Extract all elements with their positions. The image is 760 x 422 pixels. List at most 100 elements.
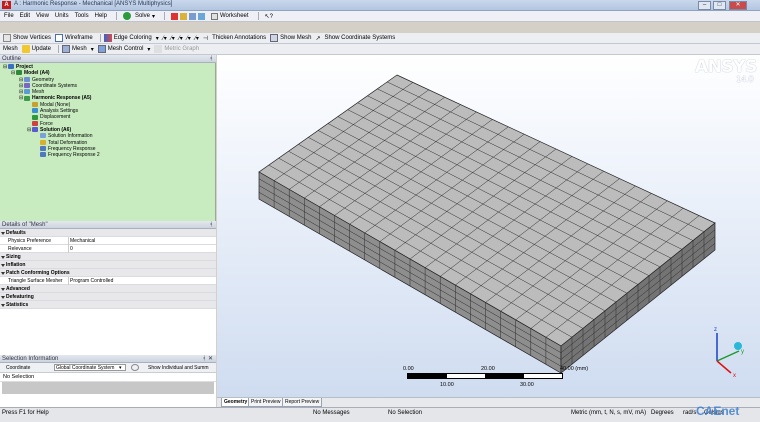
minimize-button[interactable]: –: [698, 1, 711, 10]
wireframe-button[interactable]: Wireframe: [65, 35, 93, 41]
status-messages[interactable]: No Messages: [313, 410, 350, 416]
selection-toolbar: Coordinate Global Coordinate System ▾ Sh…: [0, 363, 216, 373]
edge-tool-5-icon[interactable]: ⁄▾: [195, 35, 199, 42]
details-group-header[interactable]: Sizing: [0, 253, 216, 261]
tree-node-icon: [24, 76, 30, 82]
coordinate-system-select[interactable]: Global Coordinate System: [54, 364, 126, 371]
tree-item-label: Solution (A6): [40, 126, 72, 133]
tree-node-icon: [40, 152, 46, 158]
outline-header: Outline ᚼ: [0, 55, 216, 63]
details-value[interactable]: Mechanical: [68, 237, 95, 245]
selection-title: Selection Information: [2, 356, 59, 362]
status-angle: Degrees: [651, 410, 674, 416]
context-toolbar: Mesh Update Mesh ▾ Mesh Control ▾ Metric…: [0, 44, 760, 55]
details-key: Physics Preference: [8, 238, 52, 244]
show-mesh-button[interactable]: Show Mesh: [280, 35, 311, 41]
tab-report-preview[interactable]: Report Preview: [282, 398, 323, 407]
details-value[interactable]: Program Controlled: [68, 277, 113, 285]
details-key: Triangle Surface Mesher: [8, 278, 63, 284]
selection-pin-icon[interactable]: ᚼ: [202, 355, 206, 363]
edge-tool-2-icon[interactable]: ⁄▾: [171, 35, 175, 42]
scale-label-20: 20.00: [481, 366, 495, 372]
menu-help[interactable]: Help: [95, 13, 107, 19]
details-row[interactable]: Physics Preference Mechanical: [0, 237, 216, 245]
new-analysis-icon[interactable]: [179, 12, 187, 20]
tab-geometry[interactable]: Geometry: [221, 398, 251, 407]
tree-node-icon: [24, 95, 30, 101]
details-row[interactable]: Relevance 0: [0, 245, 216, 253]
mesh-menu-button[interactable]: Mesh: [72, 46, 87, 52]
csys-icon[interactable]: ↗: [315, 35, 320, 42]
tree-node-icon: [24, 83, 30, 89]
details-pin-icon[interactable]: ᚼ: [209, 221, 213, 229]
show-coordinate-systems-button[interactable]: Show Coordinate Systems: [325, 35, 396, 41]
details-group-header[interactable]: Patch Conforming Options: [0, 269, 216, 277]
details-group-header[interactable]: Inflation: [0, 261, 216, 269]
edge-coloring-dropdown[interactable]: Edge Coloring: [114, 35, 152, 41]
edge-tool-4-icon[interactable]: ⁄▾: [187, 35, 191, 42]
thicken-icon[interactable]: ⊣: [203, 35, 208, 42]
menu-tools[interactable]: Tools: [75, 13, 89, 19]
edge-coloring-chevron-icon[interactable]: ▾: [156, 35, 159, 42]
tree-item-label: Coordinate Systems: [32, 82, 78, 89]
capture-icon[interactable]: [197, 12, 205, 20]
details-group-header[interactable]: Advanced: [0, 285, 216, 293]
metric-graph-button: Metric Graph: [164, 46, 200, 52]
mesh-menu-chevron-icon[interactable]: ▾: [91, 46, 94, 53]
details-value[interactable]: 0: [68, 245, 73, 253]
menu-view[interactable]: View: [36, 13, 49, 19]
selection-close-icon[interactable]: ✕: [208, 355, 213, 363]
solve-icon[interactable]: [122, 12, 131, 20]
details-group-header[interactable]: Statistics: [0, 301, 216, 309]
selection-information-panel: Selection Information ᚼ ✕ Coordinate Glo…: [0, 355, 216, 407]
details-group-header[interactable]: Defaults: [0, 229, 216, 237]
status-units[interactable]: Metric (mm, t, N, s, mV, mA): [571, 410, 646, 416]
title-bar: A A : Harmonic Response - Mechanical [AN…: [0, 0, 760, 11]
tree-item-label: Geometry: [32, 76, 54, 83]
selection-row: No Selection: [0, 373, 216, 382]
tab-print-preview[interactable]: Print Preview: [248, 398, 284, 407]
details-title: Details of "Mesh": [2, 222, 48, 228]
worksheet-icon[interactable]: [210, 12, 218, 20]
coordinate-system-chevron-icon[interactable]: ▾: [119, 363, 122, 373]
mesh-control-icon[interactable]: [97, 45, 106, 53]
coordinate-label: Coordinate: [6, 365, 31, 371]
update-icon[interactable]: [21, 45, 30, 53]
mesh-control-button[interactable]: Mesh Control: [108, 46, 144, 52]
tree-item-label: Mesh: [32, 89, 45, 96]
show-mesh-icon[interactable]: [270, 34, 279, 42]
edge-tool-3-icon[interactable]: ⁄▾: [179, 35, 183, 42]
selection-scrollbar[interactable]: [2, 382, 214, 394]
edge-coloring-icon[interactable]: [103, 34, 112, 42]
mesh-menu-icon[interactable]: [62, 45, 71, 53]
edge-tool-1-icon[interactable]: ⁄▾: [163, 35, 167, 42]
tree-item[interactable]: Frequency Response 2: [0, 152, 215, 158]
vertices-icon[interactable]: [3, 34, 11, 42]
maximize-button[interactable]: □: [713, 1, 726, 10]
thicken-annotations-button[interactable]: Thicken Annotations: [212, 35, 266, 41]
close-button[interactable]: ✕: [729, 1, 747, 10]
stop-icon[interactable]: [170, 12, 178, 20]
mesh-model-svg[interactable]: [217, 55, 760, 397]
coordinate-triad-icon[interactable]: z y x: [703, 323, 753, 379]
menu-units[interactable]: Units: [55, 13, 69, 19]
outline-tree: ⊟ Project ⊟ Model (A4) ⊟ Geometry ⊟ Coordinate …: [0, 63, 216, 221]
graphics-viewport[interactable]: ANSYS 14.0 0.00 20.00 40.00 (mm) 10.00 3…: [217, 55, 760, 397]
menu-file[interactable]: File: [4, 13, 14, 19]
worksheet-button[interactable]: Worksheet: [220, 13, 249, 19]
update-button[interactable]: Update: [32, 46, 51, 52]
show-vertices-button[interactable]: Show Vertices: [13, 35, 51, 41]
help-pointer-icon[interactable]: ↖?: [265, 13, 273, 20]
solve-dropdown-icon[interactable]: ▾: [152, 13, 155, 20]
details-row[interactable]: Triangle Surface Mesher Program Controlle…: [0, 277, 216, 285]
refresh-icon[interactable]: [131, 364, 139, 371]
solve-button[interactable]: Solve: [135, 13, 150, 19]
pin-icon[interactable]: ᚼ: [209, 55, 213, 63]
mesh-control-chevron-icon[interactable]: ▾: [147, 46, 150, 53]
status-bar: Press F1 for Help No Messages No Selecti…: [0, 404, 760, 422]
image-icon[interactable]: [188, 12, 196, 20]
menu-edit[interactable]: Edit: [20, 13, 30, 19]
details-group-header[interactable]: Defeaturing: [0, 293, 216, 301]
wireframe-icon[interactable]: [55, 34, 64, 42]
show-individual-button[interactable]: Show Individual and Summ: [148, 363, 209, 373]
